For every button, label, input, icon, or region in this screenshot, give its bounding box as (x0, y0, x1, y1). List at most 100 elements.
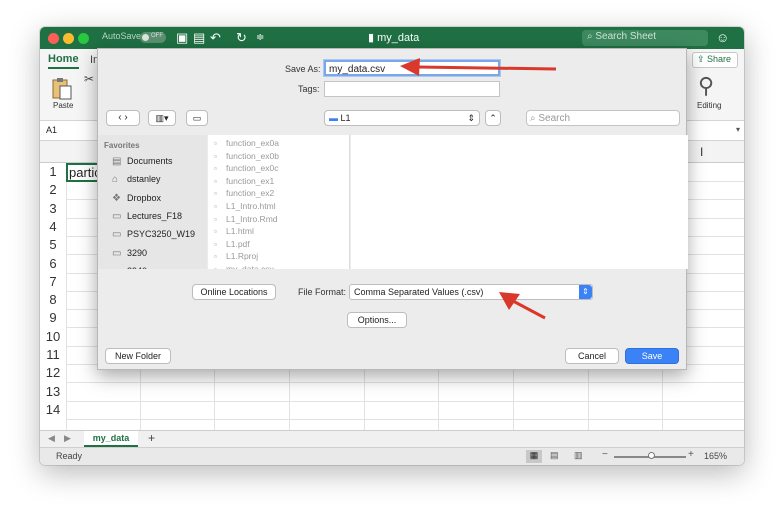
view-mode-button[interactable]: ▥▾ (148, 110, 176, 126)
file-item[interactable]: ▫my_data.csv (214, 263, 349, 269)
file-name: L1.html (226, 226, 254, 237)
file-format-value: Comma Separated Values (.csv) (354, 287, 484, 297)
row-header[interactable]: 11 (40, 346, 66, 364)
file-format-select[interactable]: Comma Separated Values (.csv) ⇕ (349, 284, 593, 300)
zoom-in-icon[interactable]: + (688, 449, 694, 460)
file-icon: ▫ (214, 252, 217, 262)
title-bar: AutoSave OFF ▣ ▤ ↶ ↻ ≑ ▮ my_data ⌕ Searc… (40, 27, 744, 49)
row-header[interactable]: 9 (40, 309, 66, 327)
page-layout-icon[interactable]: ▤ (550, 450, 559, 461)
prev-sheet-icon[interactable]: ◀ (48, 433, 55, 444)
customize-toolbar-icon[interactable]: ≑ (256, 29, 264, 47)
file-item[interactable]: ▫ function_ex0c (214, 162, 349, 174)
row-header[interactable]: 10 (40, 328, 66, 346)
sidebar-item[interactable]: ▭ PSYC3250_W19 (112, 226, 206, 242)
share-button[interactable]: ⇪ Share (692, 52, 738, 68)
file-item[interactable]: ▫ L1_Intro.Rmd (214, 213, 349, 225)
dialog-search-placeholder: Search (538, 113, 571, 124)
zoom-out-icon[interactable]: − (602, 449, 608, 460)
file-item[interactable]: ▫ L1.Rproj (214, 250, 349, 262)
file-item[interactable]: ▫ function_ex0a (214, 137, 349, 149)
editing-label: Editing (697, 101, 722, 110)
options-button[interactable]: Options... (347, 312, 407, 328)
file-item[interactable]: ▫ L1.pdf (214, 238, 349, 250)
file-name: L1_Intro.Rmd (226, 213, 278, 224)
find-search-icon[interactable]: ⚲ (698, 73, 714, 99)
back-icon[interactable]: ‹ (118, 112, 121, 123)
sidebar-folder-icon: ▭ (112, 247, 122, 259)
row-header[interactable]: 5 (40, 236, 66, 254)
sheet-tab-bar: ◀ ▶ my_data + (40, 430, 744, 447)
row-header[interactable]: 3 (40, 200, 66, 218)
column-header-i[interactable]: I (700, 145, 703, 159)
online-locations-button[interactable]: Online Locations (192, 284, 276, 300)
file-item[interactable]: ▫ L1.html (214, 225, 349, 237)
search-sheet-input[interactable]: ⌕ Search Sheet (582, 30, 708, 46)
minimize-window-button[interactable] (63, 33, 74, 44)
close-window-button[interactable] (48, 33, 59, 44)
page-break-icon[interactable]: ▥ (574, 450, 583, 461)
cancel-button[interactable]: Cancel (565, 348, 619, 364)
sidebar-folder-icon: ▭ (112, 229, 122, 241)
undo-icon[interactable]: ↶ (210, 29, 221, 47)
file-icon: ▫ (214, 264, 224, 269)
file-item[interactable]: ▫ L1_Intro.html (214, 200, 349, 212)
grid-line (66, 400, 744, 402)
sidebar-item[interactable]: ▭3940 (112, 263, 206, 269)
paste-label: Paste (53, 101, 74, 110)
save-icon[interactable]: ▤ (193, 29, 205, 47)
search-sheet-placeholder: Search Sheet (595, 31, 656, 42)
expand-collapse-button[interactable]: ⌃ (485, 110, 501, 126)
save-as-input[interactable]: my_data.csv (324, 60, 500, 76)
document-title-text: my_data (377, 32, 420, 44)
formula-expand-icon[interactable]: ▾ (736, 125, 740, 134)
sidebar-item-label: 3940 (127, 266, 147, 269)
row-header[interactable]: 4 (40, 218, 66, 236)
tags-input[interactable] (324, 81, 500, 97)
row-header[interactable]: 6 (40, 255, 66, 273)
file-item[interactable]: ▫ function_ex1 (214, 175, 349, 187)
folder-icon: ▭ (192, 113, 202, 123)
normal-view-icon[interactable]: ▦ (526, 450, 542, 463)
row-header[interactable]: 2 (40, 181, 66, 199)
row-header[interactable]: 7 (40, 273, 66, 291)
file-name: function_ex0c (226, 163, 279, 174)
add-sheet-icon[interactable]: + (148, 431, 155, 445)
row-header[interactable]: 12 (40, 364, 66, 382)
account-smiley-icon[interactable]: ☺ (716, 29, 729, 47)
zoom-level: 165% (704, 451, 728, 461)
autosave-toggle[interactable]: OFF (140, 32, 166, 43)
next-sheet-icon[interactable]: ▶ (64, 433, 71, 444)
file-item[interactable]: ▫ function_ex2 (214, 187, 349, 199)
zoom-window-button[interactable] (78, 33, 89, 44)
sheet-tab-my-data[interactable]: my_data (84, 431, 138, 447)
tab-home[interactable]: Home (48, 53, 79, 69)
row-header[interactable]: 8 (40, 291, 66, 309)
sidebar-item[interactable]: ▭ Lectures_F18 (112, 208, 206, 224)
paste-icon[interactable] (51, 77, 73, 101)
cut-icon[interactable]: ✂ (84, 72, 94, 86)
sidebar-item[interactable]: ▭ 3290 (112, 245, 206, 261)
sidebar-item[interactable]: ▤ Documents (112, 153, 206, 169)
row-header[interactable]: 14 (40, 401, 66, 419)
back-forward-buttons[interactable]: ‹ › (106, 110, 140, 126)
save-button[interactable]: Save (625, 348, 679, 364)
row-header[interactable]: 1 (40, 163, 66, 181)
row-header[interactable]: 13 (40, 383, 66, 401)
dialog-search-input[interactable]: ⌕ Search (526, 110, 680, 126)
sidebar-item[interactable]: ❖ Dropbox (112, 190, 206, 206)
cell-reference[interactable]: A1 (46, 125, 57, 135)
new-folder-button[interactable]: New Folder (105, 348, 171, 364)
location-dropdown[interactable]: ▬ L1 ⇕ (324, 110, 480, 126)
file-item[interactable]: ▫ function_ex0b (214, 150, 349, 162)
sidebar-item-label: Documents (127, 156, 173, 166)
location-folder-icon: ▬ (329, 113, 341, 123)
file-icon: ▫ (214, 139, 217, 148)
sidebar-item[interactable]: ⌂ dstanley (112, 171, 206, 187)
new-folder-icon-button[interactable]: ▭ (186, 110, 208, 126)
forward-icon[interactable]: › (124, 112, 127, 123)
chevron-up-icon: ⌃ (489, 113, 497, 123)
sidebar-icon[interactable]: ▣ (176, 29, 188, 47)
zoom-slider-handle[interactable] (648, 452, 655, 459)
redo-icon[interactable]: ↻ (236, 29, 247, 47)
